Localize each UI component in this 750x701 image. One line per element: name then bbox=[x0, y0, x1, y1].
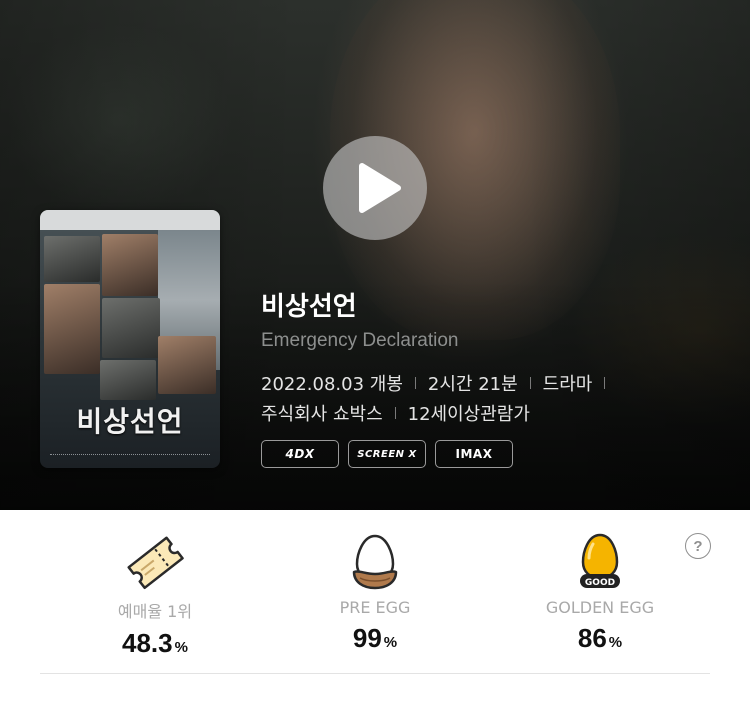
distributor: 주식회사 쇼박스 bbox=[261, 404, 383, 425]
movie-poster[interactable]: 비상선언 bbox=[40, 210, 220, 468]
movie-meta-row-1: 2022.08.03 개봉 2시간 21분 드라마 bbox=[261, 370, 617, 396]
meta-divider bbox=[604, 377, 606, 389]
poster-still bbox=[100, 360, 156, 400]
stat-label: 예매율 1위 bbox=[117, 602, 193, 621]
movie-title-english: Emergency Declaration bbox=[261, 330, 459, 351]
runtime: 2시간 21분 bbox=[427, 374, 518, 395]
stat-unit: % bbox=[174, 639, 188, 656]
stat-unit: % bbox=[383, 634, 398, 651]
format-badge-screenx[interactable]: SCREEN X bbox=[348, 440, 426, 468]
meta-divider bbox=[394, 407, 396, 419]
poster-title: 비상선언 bbox=[76, 405, 184, 438]
movie-meta-row-2: 주식회사 쇼박스 12세이상관람가 bbox=[261, 400, 530, 426]
section-divider bbox=[40, 673, 710, 674]
stat-label: PRE EGG bbox=[339, 598, 411, 617]
stat-number: 86 bbox=[577, 623, 607, 653]
genre: 드라마 bbox=[542, 374, 593, 395]
screen-format-list: 4DX SCREEN X IMAX bbox=[261, 440, 513, 468]
stat-value: 48.3% bbox=[55, 628, 255, 659]
stat-value: 86% bbox=[500, 623, 700, 654]
stat-golden-egg: GOOD GOLDEN EGG 86% bbox=[500, 532, 700, 654]
stat-number: 48.3 bbox=[122, 628, 173, 658]
stat-pre-egg: PRE EGG 99% bbox=[275, 532, 475, 654]
stat-unit: % bbox=[608, 634, 623, 651]
play-trailer-button[interactable] bbox=[323, 136, 427, 240]
format-badge-4dx[interactable]: 4DX bbox=[261, 440, 339, 468]
good-badge-text: GOOD bbox=[585, 578, 615, 588]
meta-divider bbox=[529, 377, 531, 389]
age-rating: 12세이상관람가 bbox=[407, 404, 530, 425]
stat-reservation-rate: 예매율 1위 48.3% bbox=[55, 532, 255, 659]
stat-label: GOLDEN EGG bbox=[545, 598, 655, 617]
trailer-hero[interactable]: 비상선언 비상선언 Emergency Declaration 2022.08.… bbox=[0, 0, 750, 510]
poster-still bbox=[158, 336, 216, 394]
release-date: 2022.08.03 개봉 bbox=[261, 374, 403, 395]
golden-egg-icon: GOOD bbox=[500, 532, 700, 590]
format-badge-imax[interactable]: IMAX bbox=[435, 440, 513, 468]
poster-top-band bbox=[40, 210, 220, 230]
poster-still bbox=[44, 284, 100, 374]
stat-number: 99 bbox=[352, 623, 382, 653]
pre-egg-icon bbox=[275, 532, 475, 590]
stat-value: 99% bbox=[275, 623, 475, 654]
ticket-icon bbox=[55, 532, 255, 590]
movie-title: 비상선언 bbox=[261, 292, 357, 322]
help-icon[interactable]: ? bbox=[685, 533, 711, 559]
movie-stats-panel: 예매율 1위 48.3% PRE EGG 99% GOOD GOLDEN EGG… bbox=[0, 510, 750, 701]
meta-divider bbox=[414, 377, 416, 389]
poster-still bbox=[102, 234, 158, 296]
poster-still bbox=[102, 298, 160, 358]
play-icon bbox=[359, 163, 401, 213]
poster-still bbox=[44, 236, 100, 282]
poster-credits bbox=[50, 454, 210, 458]
